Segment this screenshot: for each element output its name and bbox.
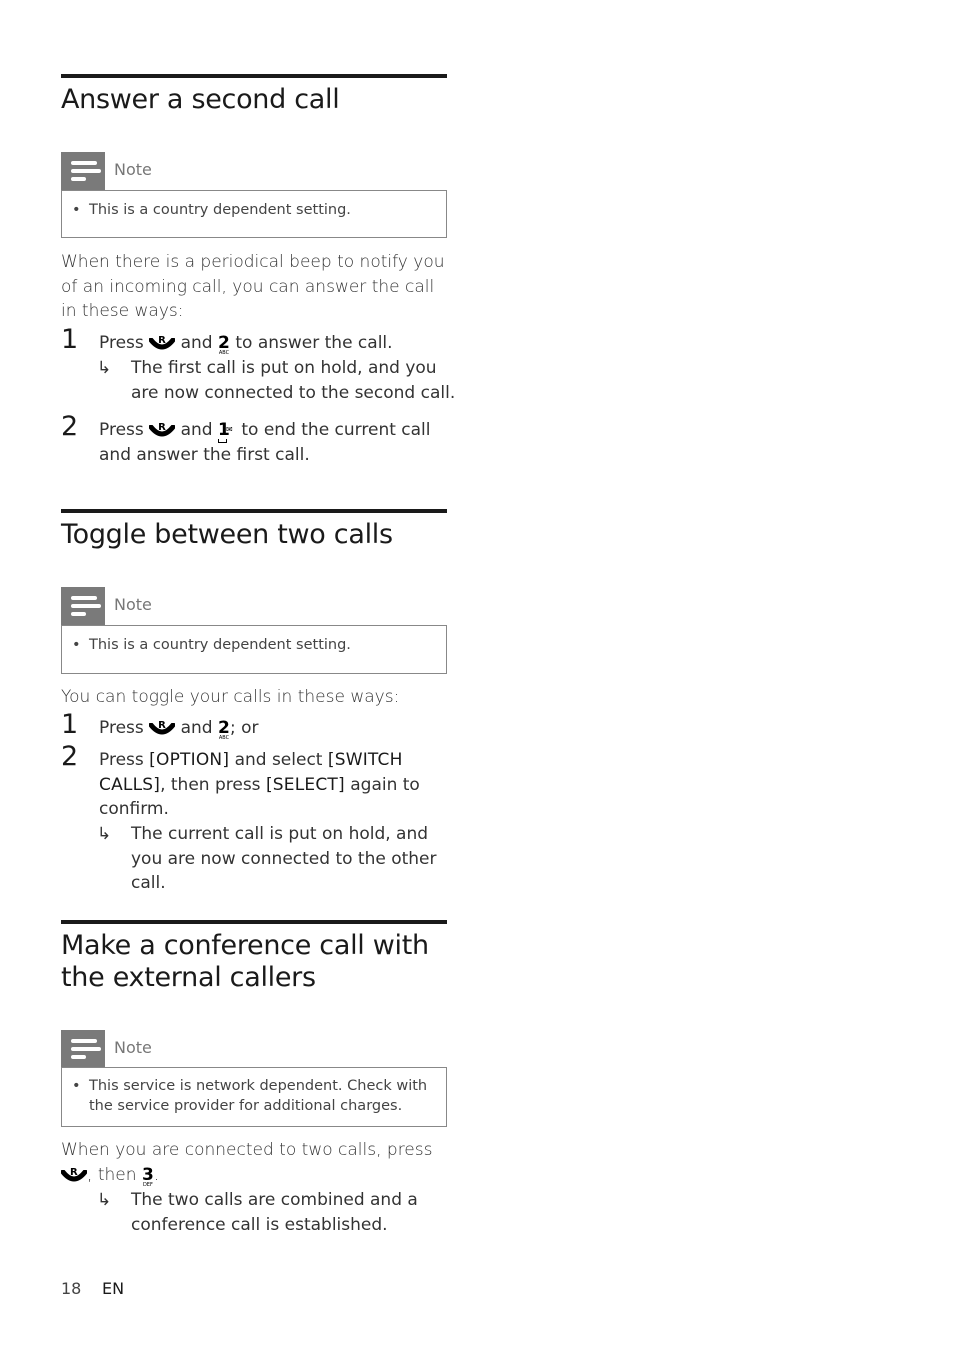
note-label: Note	[114, 160, 152, 179]
note-label: Note	[114, 595, 152, 614]
language-code: EN	[102, 1279, 125, 1298]
result-arrow-icon: ↳	[97, 824, 112, 844]
result-arrow-icon: ↳	[97, 358, 112, 378]
key-3-icon: 3 DEF	[141, 1164, 154, 1188]
step-number: 2	[61, 741, 79, 772]
note-item: • This is a country dependent setting.	[72, 637, 351, 653]
menu-select: [SELECT]	[265, 774, 345, 795]
key-2-icon: 2 ABC	[218, 333, 230, 356]
intro-paragraph: You can toggle your calls in these ways:	[61, 687, 400, 707]
note-item: • This is a country dependent setting.	[72, 202, 351, 218]
bullet-icon: •	[72, 202, 81, 218]
step-text: Press R and 2 ABC to answer the call.	[99, 331, 393, 356]
key-2-icon: 2 ABC	[218, 718, 230, 741]
note-box: • This is a country dependent setting.	[61, 625, 447, 674]
bullet-icon: •	[72, 1078, 81, 1094]
note-box: • This service is network dependent. Che…	[61, 1067, 447, 1127]
note-icon	[61, 1030, 105, 1068]
section-rule	[61, 509, 447, 513]
note-icon	[61, 152, 105, 190]
section-title-answer-second-call: Answer a second call	[61, 84, 340, 115]
recall-key-icon: R	[149, 716, 176, 738]
note-label: Note	[114, 1038, 152, 1057]
section-title-toggle-calls: Toggle between two calls	[61, 519, 393, 550]
note-box: • This is a country dependent setting.	[61, 190, 447, 238]
intro-paragraph: When there is a periodical beep to notif…	[61, 252, 445, 321]
section-rule	[61, 920, 447, 924]
recall-key-icon: R	[61, 1163, 87, 1185]
result-arrow-icon: ↳	[97, 1190, 112, 1210]
bullet-icon: •	[72, 637, 81, 653]
step-text: Press [OPTION] and select [SWITCH CALLS]…	[99, 750, 420, 819]
page-footer: 18 EN	[61, 1279, 124, 1298]
recall-key-icon: R	[149, 331, 176, 353]
step-number: 2	[61, 411, 79, 442]
step-number: 1	[61, 709, 79, 740]
step-number: 1	[61, 324, 79, 355]
note-icon	[61, 587, 105, 625]
step-text: Press R and 1 ✉ to end the current call a…	[99, 418, 431, 465]
intro-paragraph: When you are connected to two calls, pre…	[61, 1140, 433, 1188]
recall-key-icon: R	[149, 418, 176, 440]
page-number: 18	[61, 1279, 82, 1298]
section-rule	[61, 74, 447, 78]
step-text: Press R and 2 ABC; or	[99, 716, 259, 741]
key-1-icon: 1 ✉	[217, 422, 236, 443]
menu-option: [OPTION]	[149, 750, 230, 770]
section-title-conference-call: Make a conference call with the external…	[61, 930, 429, 993]
note-item: • This service is network dependent. Che…	[72, 1078, 428, 1114]
